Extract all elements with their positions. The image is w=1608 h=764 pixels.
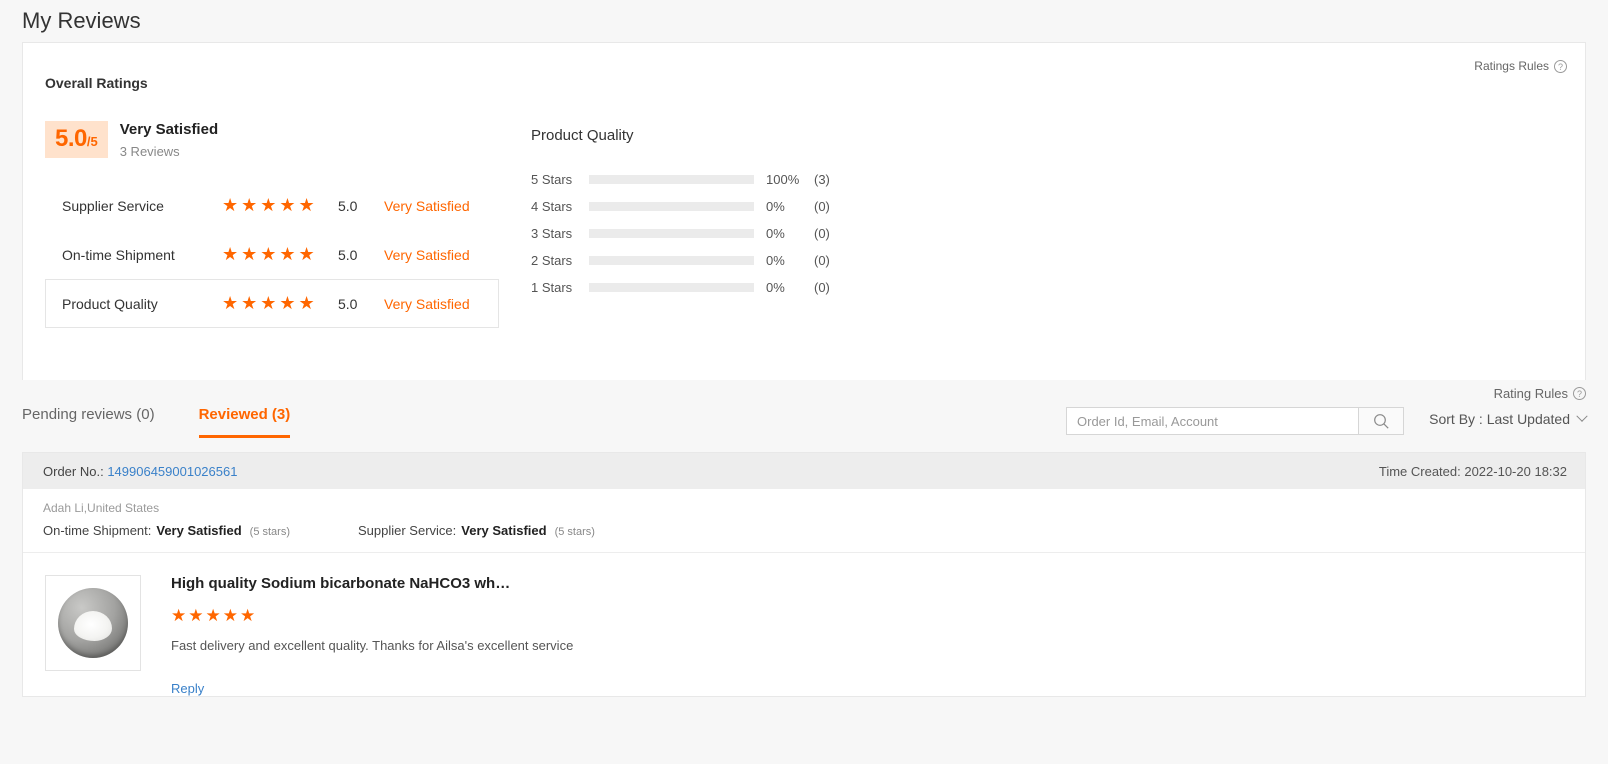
search-button[interactable] — [1358, 407, 1404, 435]
rating-histogram: Product Quality 5 Stars 100% (3) 4 Stars… — [501, 121, 830, 301]
order-number-label: Order No.: — [43, 464, 104, 479]
reviews-toolbar: Rating Rules ? Pending reviews (0) Revie… — [22, 380, 1586, 452]
histogram-track — [589, 202, 754, 211]
product-info: High quality Sodium bicarbonate NaHCO3 w… — [141, 575, 573, 696]
page-title: My Reviews — [0, 0, 1608, 42]
metric-row-product-quality[interactable]: Product Quality ★★★★★ 5.0 Very Satisfied — [45, 279, 499, 328]
order-time-created: Time Created: 2022-10-20 18:32 — [1379, 464, 1567, 479]
product-thumbnail[interactable] — [45, 575, 141, 671]
histogram-percent: 0% — [754, 199, 814, 214]
product-title[interactable]: High quality Sodium bicarbonate NaHCO3 w… — [171, 575, 511, 592]
metric-score: 5.0 — [338, 247, 384, 263]
search-icon — [1373, 413, 1390, 430]
help-question-icon[interactable]: ? — [1573, 387, 1586, 400]
review-metric-value: Very Satisfied — [461, 523, 546, 538]
metric-name: Product Quality — [62, 296, 222, 312]
search-input[interactable] — [1066, 407, 1358, 435]
histogram-row-5-stars[interactable]: 5 Stars 100% (3) — [531, 166, 830, 193]
buyer-block: Adah Li,United States On-time Shipment: … — [23, 489, 1585, 552]
order-header: Order No.: 149906459001026561 Time Creat… — [23, 453, 1585, 489]
star-rating-icon: ★★★★★ — [222, 244, 338, 265]
histogram-title: Product Quality — [531, 127, 830, 144]
histogram-row-4-stars[interactable]: 4 Stars 0% (0) — [531, 193, 830, 220]
overall-score-meta: Very Satisfied 3 Reviews — [120, 121, 218, 159]
histogram-category-label: 3 Stars — [531, 226, 589, 241]
metric-name: On-time Shipment — [62, 247, 222, 263]
histogram-category-label: 5 Stars — [531, 172, 589, 187]
histogram-count: (0) — [814, 280, 830, 295]
review-metric-label: Supplier Service: — [358, 523, 456, 538]
ratings-summary-row: 5.0 /5 Very Satisfied 3 Reviews Supplier… — [23, 91, 1585, 328]
metric-name: Supplier Service — [62, 198, 222, 214]
histogram-percent: 0% — [754, 253, 814, 268]
product-image — [58, 588, 128, 658]
overall-score-value: 5.0 — [55, 127, 87, 151]
overall-review-count: 3 Reviews — [120, 144, 218, 159]
histogram-count: (0) — [814, 199, 830, 214]
histogram-track — [589, 256, 754, 265]
reply-button[interactable]: Reply — [171, 681, 573, 696]
star-rating-icon: ★★★★★ — [222, 195, 338, 216]
rating-rules-link[interactable]: Rating Rules ? — [1494, 386, 1586, 401]
chevron-down-icon — [1576, 411, 1587, 422]
tab-pending-reviews[interactable]: Pending reviews (0) — [22, 406, 155, 438]
overall-score-suffix: /5 — [87, 135, 98, 148]
product-block: High quality Sodium bicarbonate NaHCO3 w… — [23, 553, 1585, 696]
ratings-rules-label: Ratings Rules — [1474, 59, 1549, 73]
metric-table: Supplier Service ★★★★★ 5.0 Very Satisfie… — [45, 181, 499, 328]
sort-by-label: Sort By : Last Updated — [1429, 411, 1570, 427]
metric-text: Very Satisfied — [384, 296, 470, 312]
overall-ratings-panel: Ratings Rules ? Overall Ratings 5.0 /5 V… — [22, 42, 1586, 380]
metric-row-supplier-service[interactable]: Supplier Service ★★★★★ 5.0 Very Satisfie… — [45, 181, 499, 230]
review-metric-stars: (5 stars) — [555, 526, 595, 538]
histogram-category-label: 4 Stars — [531, 199, 589, 214]
histogram-category-label: 1 Stars — [531, 280, 589, 295]
help-question-icon[interactable]: ? — [1554, 60, 1567, 73]
review-card: Order No.: 149906459001026561 Time Creat… — [22, 452, 1586, 697]
review-metric-label: On-time Shipment: — [43, 523, 151, 538]
histogram-track — [589, 283, 754, 292]
review-comment: Fast delivery and excellent quality. Tha… — [171, 638, 573, 653]
histogram-count: (0) — [814, 226, 830, 241]
star-rating-icon: ★★★★★ — [222, 293, 338, 314]
sort-by-dropdown[interactable]: Sort By : Last Updated — [1429, 411, 1586, 427]
histogram-track — [589, 175, 754, 184]
review-metric-ratings: On-time Shipment: Very Satisfied (5 star… — [43, 523, 1585, 552]
overall-score-line: 5.0 /5 Very Satisfied 3 Reviews — [45, 121, 501, 159]
histogram-percent: 0% — [754, 226, 814, 241]
histogram-row-3-stars[interactable]: 3 Stars 0% (0) — [531, 220, 830, 247]
review-metric-stars: (5 stars) — [250, 526, 290, 538]
rating-rules-label: Rating Rules — [1494, 386, 1568, 401]
review-metric-on-time-shipment: On-time Shipment: Very Satisfied (5 star… — [43, 523, 290, 538]
buyer-name: Adah Li,United States — [43, 501, 1585, 515]
tab-reviewed[interactable]: Reviewed (3) — [199, 406, 291, 438]
order-number-group: Order No.: 149906459001026561 — [43, 464, 237, 479]
metric-text: Very Satisfied — [384, 198, 470, 214]
ratings-rules-link[interactable]: Ratings Rules ? — [1474, 59, 1567, 73]
histogram-track — [589, 229, 754, 238]
metric-text: Very Satisfied — [384, 247, 470, 263]
metric-row-on-time-shipment[interactable]: On-time Shipment ★★★★★ 5.0 Very Satisfie… — [45, 230, 499, 279]
overall-score-badge: 5.0 /5 — [45, 121, 108, 158]
histogram-count: (0) — [814, 253, 830, 268]
product-star-rating-icon: ★★★★★ — [171, 606, 573, 626]
review-metric-supplier-service: Supplier Service: Very Satisfied (5 star… — [358, 523, 595, 538]
histogram-row-1-stars[interactable]: 1 Stars 0% (0) — [531, 274, 830, 301]
histogram-percent: 0% — [754, 280, 814, 295]
order-number-link[interactable]: 149906459001026561 — [107, 464, 237, 479]
metric-score: 5.0 — [338, 296, 384, 312]
product-image-powder — [74, 611, 112, 641]
overall-score-label: Very Satisfied — [120, 121, 218, 138]
review-tabs: Pending reviews (0) Reviewed (3) — [22, 406, 290, 438]
histogram-percent: 100% — [754, 172, 814, 187]
histogram-count: (3) — [814, 172, 830, 187]
ratings-left-column: 5.0 /5 Very Satisfied 3 Reviews Supplier… — [23, 121, 501, 328]
histogram-row-2-stars[interactable]: 2 Stars 0% (0) — [531, 247, 830, 274]
metric-score: 5.0 — [338, 198, 384, 214]
search-group — [1066, 407, 1404, 435]
overall-ratings-heading: Overall Ratings — [23, 43, 1585, 91]
histogram-category-label: 2 Stars — [531, 253, 589, 268]
review-metric-value: Very Satisfied — [156, 523, 241, 538]
